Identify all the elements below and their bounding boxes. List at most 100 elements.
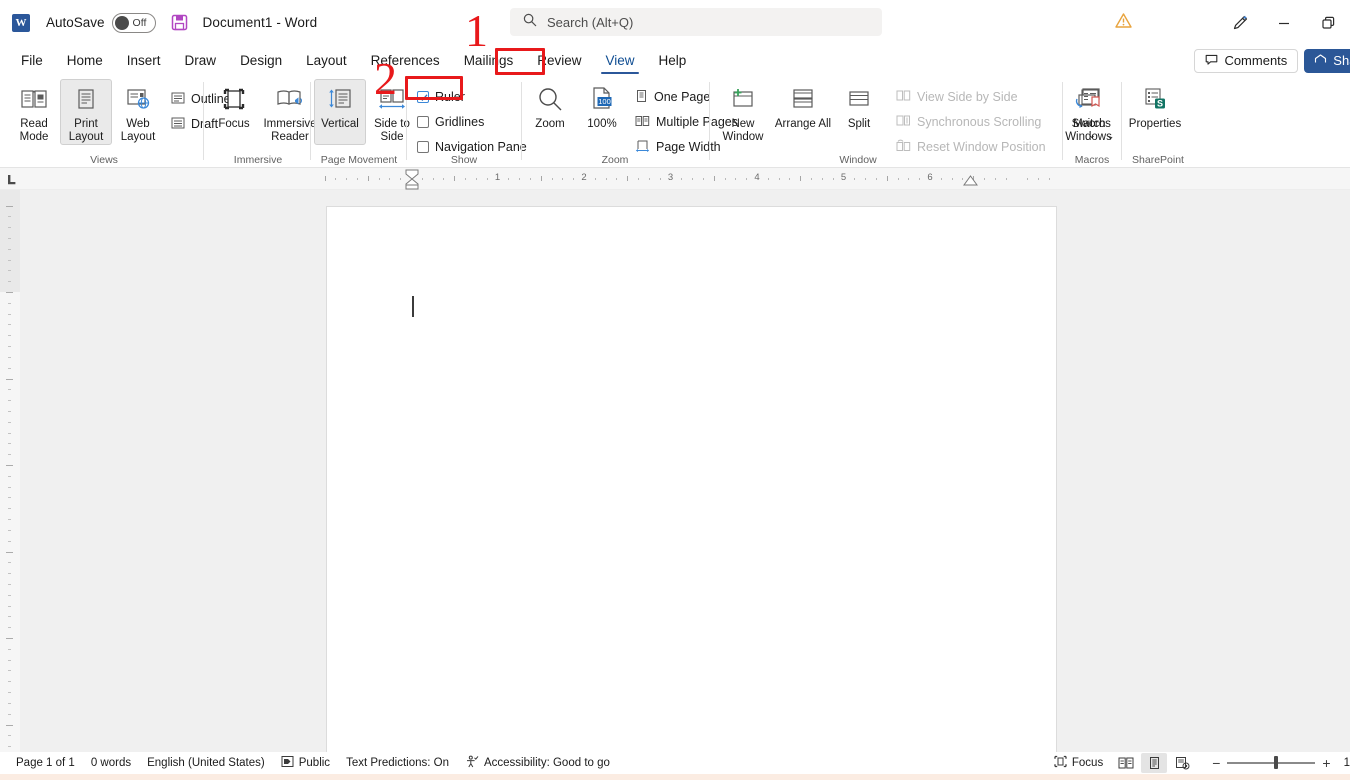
zoom-slider-track[interactable]: [1227, 756, 1316, 770]
print-layout-label: Print Layout: [68, 118, 104, 143]
ruler-tick: [443, 178, 445, 180]
ruler-tick: [767, 178, 769, 180]
ruler-number: 2: [581, 172, 587, 183]
ruler-tick: [735, 178, 737, 180]
tab-layout[interactable]: Layout: [295, 50, 358, 71]
vertical-ruler[interactable]: [0, 190, 20, 752]
properties-label: Properties: [1128, 118, 1182, 130]
save-disk-icon[interactable]: [170, 13, 189, 32]
tab-stop-left-icon[interactable]: [4, 172, 19, 187]
autosave-label: AutoSave: [46, 15, 105, 30]
vertical-button[interactable]: Vertical: [314, 79, 366, 145]
tab-design[interactable]: Design: [229, 50, 293, 71]
ruler-tick: [562, 178, 564, 180]
tab-mailings[interactable]: Mailings: [453, 50, 525, 71]
comment-bubble-icon: [1205, 53, 1218, 69]
ruler-checkbox[interactable]: Ruler: [414, 86, 530, 108]
ruler-tick: [356, 178, 358, 180]
vertical-ruler-tick: [8, 605, 11, 607]
group-label-zoom: Zoom: [601, 154, 629, 166]
status-page[interactable]: Page 1 of 1: [16, 757, 75, 769]
horizontal-ruler[interactable]: 1 2 3 4 5 6: [0, 168, 1350, 190]
indent-marker-icon[interactable]: [403, 168, 421, 190]
ruler-tick: [400, 178, 402, 180]
ruler-tick: [746, 178, 748, 180]
tab-references[interactable]: References: [360, 50, 451, 71]
status-text-predictions[interactable]: Text Predictions: On: [346, 757, 449, 769]
synchronous-scrolling-label: Synchronous Scrolling: [917, 115, 1042, 129]
pen-ink-icon[interactable]: [1218, 7, 1262, 39]
right-indent-marker-icon[interactable]: [962, 174, 979, 188]
zoom-100-button[interactable]: 100 100%: [576, 79, 628, 145]
zoom-percentage[interactable]: 1: [1344, 757, 1350, 769]
tab-draw[interactable]: Draw: [174, 50, 228, 71]
immersive-reader-icon: [275, 85, 305, 115]
properties-button[interactable]: S Properties: [1125, 79, 1185, 145]
status-words[interactable]: 0 words: [91, 757, 131, 769]
immersive-reader-button[interactable]: Immersive Reader: [260, 79, 320, 145]
ruler-tick: [508, 178, 510, 180]
web-layout-button[interactable]: Web Layout: [112, 79, 164, 145]
tab-view[interactable]: View: [594, 50, 645, 74]
view-side-by-side-icon: [896, 89, 911, 105]
ruler-label: Ruler: [435, 90, 465, 104]
vertical-ruler-tick: [8, 421, 11, 423]
ruler-tick: [778, 178, 780, 180]
zoom-button[interactable]: Zoom: [524, 79, 576, 145]
tab-home[interactable]: Home: [56, 50, 114, 71]
navigation-pane-checkbox-box: [417, 141, 429, 153]
read-mode-label: Read Mode: [19, 118, 49, 143]
warning-triangle-icon[interactable]: [1115, 12, 1132, 34]
vertical-ruler-tick: [8, 346, 11, 348]
chevron-down-icon[interactable]: ⌄: [1088, 131, 1096, 140]
tab-file[interactable]: File: [10, 50, 54, 71]
gridlines-checkbox[interactable]: Gridlines: [414, 111, 530, 133]
status-sensitivity[interactable]: Public: [281, 755, 330, 771]
vertical-ruler-tick: [8, 746, 11, 748]
vertical-ruler-tick: [8, 389, 11, 391]
search-input[interactable]: Search (Alt+Q): [510, 8, 882, 36]
ruler-tick: [421, 178, 423, 180]
zoom-out-button[interactable]: −: [1205, 755, 1227, 771]
status-language[interactable]: English (United States): [147, 757, 265, 769]
status-bar: Page 1 of 1 0 words English (United Stat…: [0, 752, 1350, 774]
status-view-web-layout[interactable]: [1169, 753, 1195, 773]
new-window-button[interactable]: New Window: [713, 79, 773, 145]
vertical-ruler-tick: [8, 562, 11, 564]
macros-button[interactable]: Macros ⌄: [1066, 79, 1118, 145]
focus-button[interactable]: Focus: [208, 79, 260, 145]
group-label-page-movement: Page Movement: [320, 154, 398, 166]
arrange-all-button[interactable]: Arrange All: [773, 79, 833, 145]
navigation-pane-label: Navigation Pane: [435, 140, 527, 154]
autosave-toggle[interactable]: Off: [111, 12, 156, 33]
ruler-tick: [432, 178, 434, 180]
tab-help[interactable]: Help: [648, 50, 698, 71]
restore-window-icon[interactable]: [1306, 7, 1350, 39]
share-button[interactable]: Share: [1304, 48, 1350, 73]
tab-review[interactable]: Review: [526, 50, 592, 71]
vertical-ruler-tick: [8, 735, 11, 737]
tab-insert[interactable]: Insert: [116, 50, 172, 71]
vertical-ruler-tick: [8, 281, 11, 283]
document-page[interactable]: [326, 206, 1057, 752]
zoom-in-button[interactable]: +: [1315, 755, 1337, 771]
zoom-slider[interactable]: − +: [1205, 755, 1337, 771]
ruler-tick: [821, 178, 823, 180]
new-window-icon: [729, 85, 757, 115]
vertical-ruler-tick: [8, 648, 11, 650]
vertical-ruler-tick: [8, 475, 11, 477]
status-accessibility[interactable]: Accessibility: Good to go: [465, 755, 610, 772]
status-view-read-mode[interactable]: [1113, 753, 1139, 773]
comments-button[interactable]: Comments: [1194, 48, 1299, 73]
print-layout-button[interactable]: Print Layout: [60, 79, 112, 145]
status-view-print-layout[interactable]: [1141, 753, 1168, 773]
vertical-ruler-tick: [8, 367, 11, 369]
split-button[interactable]: Split: [833, 79, 885, 145]
status-focus-button[interactable]: Focus: [1054, 755, 1103, 771]
group-separator: [203, 82, 204, 160]
group-label-window: Window: [839, 154, 877, 166]
document-canvas[interactable]: [20, 190, 1350, 752]
read-mode-button[interactable]: Read Mode: [8, 79, 60, 145]
minimize-icon[interactable]: [1262, 7, 1306, 39]
zoom-slider-knob[interactable]: [1274, 756, 1279, 770]
